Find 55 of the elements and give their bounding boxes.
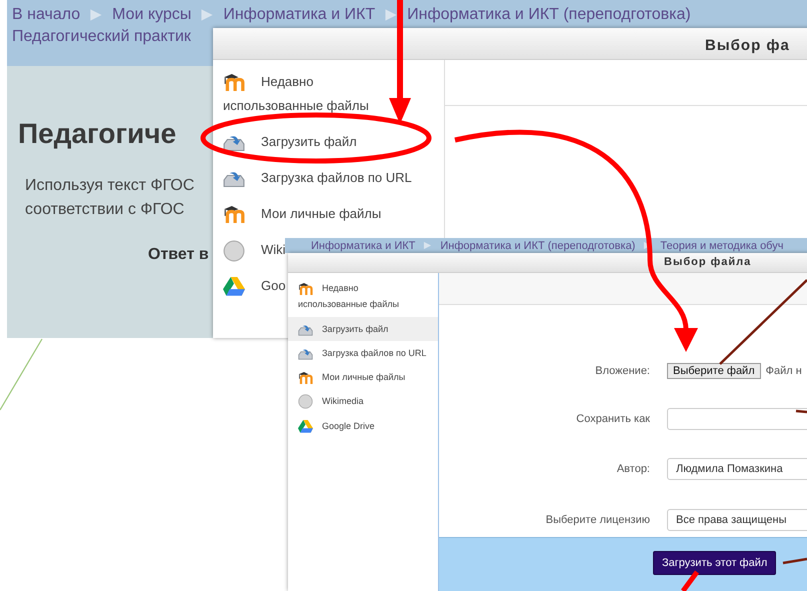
breadcrumb-link[interactable]: В начало: [12, 6, 80, 24]
field-label: Выберите лицензию: [544, 514, 650, 526]
author-field[interactable]: Людмила Помазкина: [667, 458, 807, 480]
sidebar-item[interactable]: Мои личные файлы: [213, 196, 382, 232]
breadcrumb-link[interactable]: Педагогический практик: [12, 28, 191, 46]
body-text: соответствии с ФГОС: [25, 200, 184, 220]
globe-icon: [223, 240, 245, 262]
sidebar-item[interactable]: Wikimedia: [288, 389, 438, 414]
page-heading: Педагогиче: [18, 118, 176, 150]
upload-tray-icon: [298, 324, 313, 336]
breadcrumb-link[interactable]: Информатика и ИКТ (переподготовка): [440, 240, 636, 252]
answer-label: Ответ в: [148, 246, 209, 264]
field-label: Автор:: [616, 463, 650, 476]
choose-file-button[interactable]: Выберите файл: [667, 363, 761, 380]
sidebar-item[interactable]: Недавно использованные файлы: [288, 275, 438, 317]
triangle-logo-icon: [298, 420, 313, 434]
breadcrumb-link[interactable]: Мои курсы: [112, 6, 192, 24]
file-status: Файл н: [766, 365, 802, 378]
breadcrumb-link[interactable]: Информатика и ИКТ (переподготовка): [407, 6, 691, 24]
leader-line: [782, 558, 807, 564]
sidebar-item[interactable]: Недавно использованные файлы: [213, 64, 398, 124]
separator-arrow-icon: [384, 8, 398, 22]
leader-line: [796, 410, 807, 414]
sidebar-item[interactable]: Wiki: [213, 232, 286, 268]
sidebar-item[interactable]: Загрузка файлов по URL: [288, 341, 438, 365]
globe-icon: [298, 394, 313, 410]
separator-arrow-icon: [423, 241, 432, 250]
graduation-cap-icon: [298, 372, 313, 384]
sidebar-item[interactable]: Мои личные файлы: [288, 365, 438, 389]
breadcrumb-link[interactable]: Теория и методика обуч: [660, 240, 784, 252]
decoration-line: [0, 338, 43, 410]
sidebar-item[interactable]: Загрузка файлов по URL: [213, 160, 412, 196]
upload-button[interactable]: Загрузить этот файл: [653, 551, 776, 575]
sidebar-item[interactable]: Goo: [213, 268, 286, 304]
license-dropdown[interactable]: Все права защищены: [667, 508, 807, 531]
sidebar-item[interactable]: Загрузить файл: [213, 124, 357, 160]
save-as-field[interactable]: [667, 408, 807, 430]
upload-tray-icon: [223, 134, 245, 152]
upload-tray-icon: [223, 170, 245, 188]
graduation-cap-icon: [223, 206, 245, 224]
upload-tray-icon: [298, 348, 313, 360]
graduation-cap-icon: [223, 74, 245, 92]
field-label: Вложение:: [594, 365, 650, 378]
dialog-title: Выбор файла: [288, 253, 807, 273]
sidebar-item[interactable]: Загрузить файл: [288, 317, 438, 341]
graduation-cap-icon: [298, 282, 313, 295]
triangle-logo-icon: [223, 277, 245, 296]
separator-arrow-icon: [200, 8, 214, 22]
dialog-title: Выбор фа: [213, 28, 807, 60]
breadcrumb-link[interactable]: Информатика и ИКТ: [223, 6, 376, 24]
body-text: Используя текст ФГОС: [25, 176, 194, 196]
separator-arrow-icon: [89, 8, 104, 22]
field-label: Сохранить как: [575, 412, 650, 425]
sidebar-item[interactable]: Google Drive: [288, 414, 438, 438]
breadcrumb-link[interactable]: Информатика и ИКТ: [311, 240, 416, 252]
